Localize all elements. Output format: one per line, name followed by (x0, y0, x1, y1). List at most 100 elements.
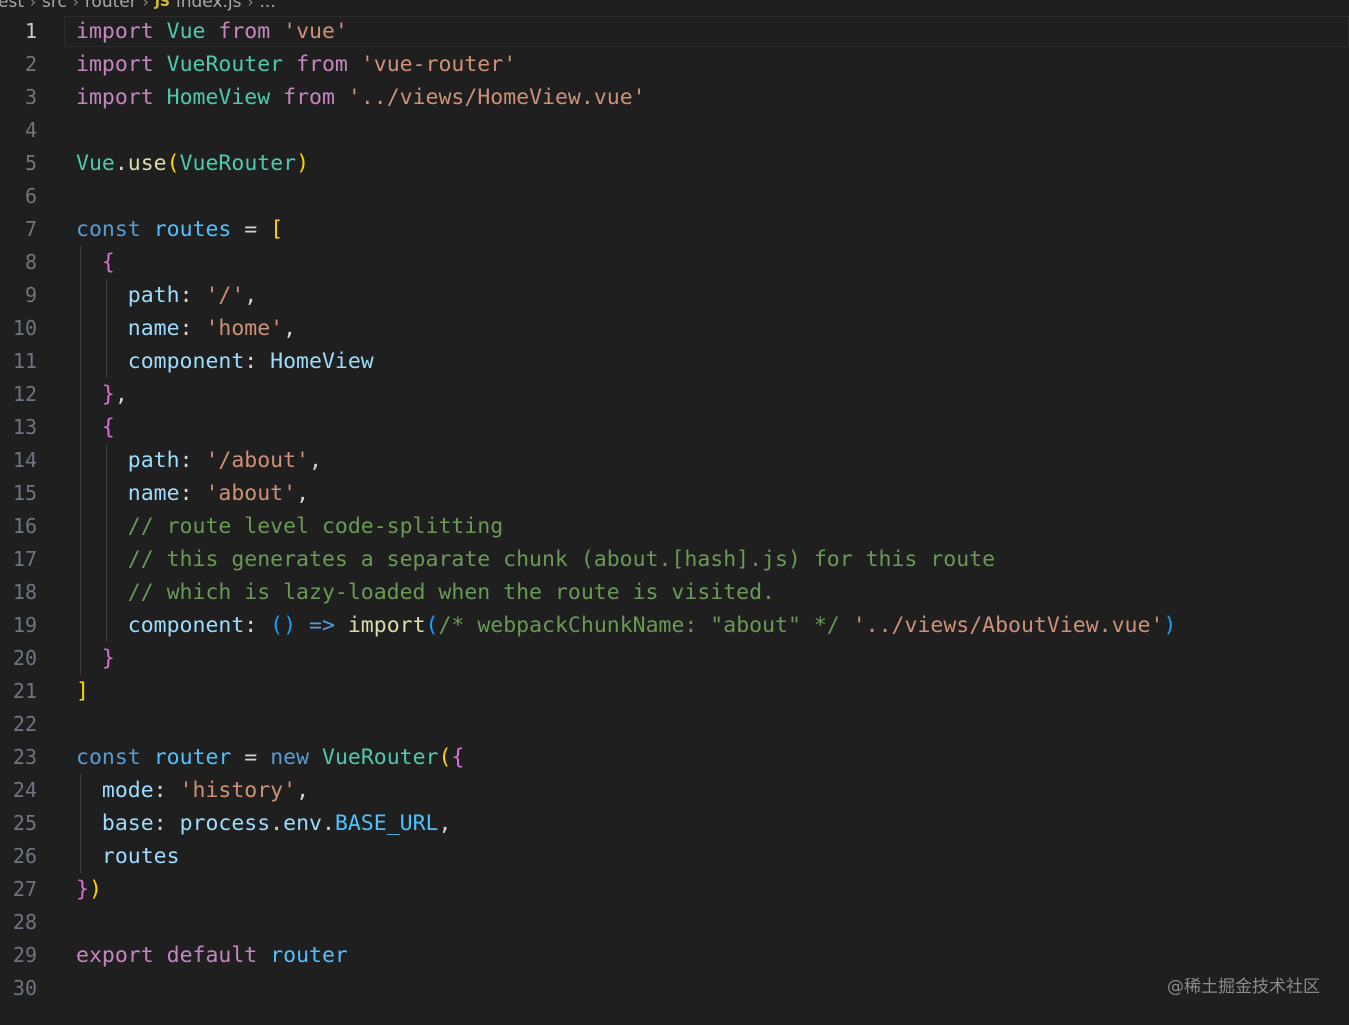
code-line[interactable]: 4 (0, 114, 1349, 147)
code-editor[interactable]: 1 import Vue from 'vue' 2 import VueRouter … (0, 15, 1349, 1005)
code-line[interactable]: 9 path: '/', (0, 279, 1349, 312)
line-number: 28 (12, 910, 37, 934)
code-text: component: HomeView (76, 345, 374, 378)
line-number: 11 (12, 349, 37, 373)
code-line[interactable]: 26 routes (0, 840, 1349, 873)
code-token: , (296, 778, 310, 803)
code-token: const (76, 217, 141, 242)
code-line[interactable]: 8 { (0, 246, 1349, 279)
breadcrumb-item-folder[interactable]: est (0, 0, 24, 12)
code-line[interactable]: 1 import Vue from 'vue' (0, 15, 1349, 48)
code-token: import (76, 85, 154, 110)
code-token: default (166, 943, 258, 968)
line-number: 6 (24, 184, 37, 208)
code-line[interactable]: 29 export default router (0, 939, 1349, 972)
code-token: } (101, 646, 115, 671)
code-token: export (76, 943, 154, 968)
line-number: 7 (24, 217, 37, 241)
code-text: }, (76, 378, 128, 411)
code-token: /* webpackChunkName: "about" */ (438, 613, 840, 638)
code-token: HomeView (270, 349, 374, 374)
code-line[interactable]: 5 Vue.use(VueRouter) (0, 147, 1349, 180)
code-line[interactable]: 22 (0, 708, 1349, 741)
breadcrumb: est › src › router › JS index.js › ... (0, 0, 276, 12)
code-line[interactable]: 16 // route level code-splitting (0, 510, 1349, 543)
code-token: name (127, 316, 180, 341)
code-line[interactable]: 3 import HomeView from '../views/HomeView… (0, 81, 1349, 114)
code-text: routes (76, 840, 180, 873)
code-line[interactable]: 23 const router = new VueRouter({ (0, 741, 1349, 774)
code-token: 'vue-router' (360, 52, 517, 77)
code-line[interactable]: 15 name: 'about', (0, 477, 1349, 510)
code-token: : (179, 448, 206, 473)
code-token: } (101, 382, 115, 407)
code-token: // route level code-splitting (127, 514, 504, 539)
code-token: Vue (166, 19, 206, 44)
code-line[interactable]: 2 import VueRouter from 'vue-router' (0, 48, 1349, 81)
code-token: env (283, 811, 322, 836)
code-token: [ (270, 217, 284, 242)
line-number: 19 (12, 613, 37, 637)
code-token: '/about' (205, 448, 310, 473)
code-text: name: 'about', (76, 477, 309, 510)
code-token: ( (166, 151, 180, 176)
code-token: path (127, 448, 180, 473)
code-token: . (270, 811, 284, 836)
code-token: ) (1163, 613, 1177, 638)
code-line[interactable]: 7 const routes = [ (0, 213, 1349, 246)
code-line[interactable]: 20 } (0, 642, 1349, 675)
code-line[interactable]: 17 // this generates a separate chunk (a… (0, 543, 1349, 576)
code-token: component (127, 349, 245, 374)
breadcrumb-item-router[interactable]: router (85, 0, 137, 12)
breadcrumb-item-file[interactable]: index.js (176, 0, 242, 12)
code-token: ( (438, 745, 452, 770)
code-token: Vue (76, 151, 115, 176)
code-token: // this generates a separate chunk (abou… (127, 547, 996, 572)
code-line[interactable]: 13 { (0, 411, 1349, 444)
code-line[interactable]: 30 (0, 972, 1349, 1005)
code-text: base: process.env.BASE_URL, (76, 807, 452, 840)
code-token: routes (153, 217, 232, 242)
code-text: // this generates a separate chunk (abou… (76, 543, 995, 576)
code-text: path: '/', (76, 279, 257, 312)
code-token: : (153, 778, 180, 803)
code-line[interactable]: 10 name: 'home', (0, 312, 1349, 345)
code-line[interactable]: 24 mode: 'history', (0, 774, 1349, 807)
code-line[interactable]: 25 base: process.env.BASE_URL, (0, 807, 1349, 840)
line-number: 4 (24, 118, 37, 142)
code-line[interactable]: 11 component: HomeView (0, 345, 1349, 378)
code-token: : (244, 613, 271, 638)
code-text: mode: 'history', (76, 774, 309, 807)
chevron-right-icon: › (247, 0, 254, 11)
code-line[interactable]: 19 component: () => import(/* webpackChu… (0, 609, 1349, 642)
line-number: 8 (24, 250, 37, 274)
code-line[interactable]: 6 (0, 180, 1349, 213)
code-line[interactable]: 21] (0, 675, 1349, 708)
line-number: 9 (24, 283, 37, 307)
breadcrumb-item-more[interactable]: ... (260, 0, 276, 12)
code-token: , (283, 316, 297, 341)
code-token: from (283, 85, 335, 110)
code-line[interactable]: 12 }, (0, 378, 1349, 411)
code-line[interactable]: 27}) (0, 873, 1349, 906)
breadcrumb-item-src[interactable]: src (42, 0, 67, 12)
code-token: '/' (205, 283, 245, 308)
line-number: 29 (12, 943, 37, 967)
code-line[interactable]: 18 // which is lazy-loaded when the rout… (0, 576, 1349, 609)
code-line[interactable]: 28 (0, 906, 1349, 939)
code-line[interactable]: 14 path: '/about', (0, 444, 1349, 477)
